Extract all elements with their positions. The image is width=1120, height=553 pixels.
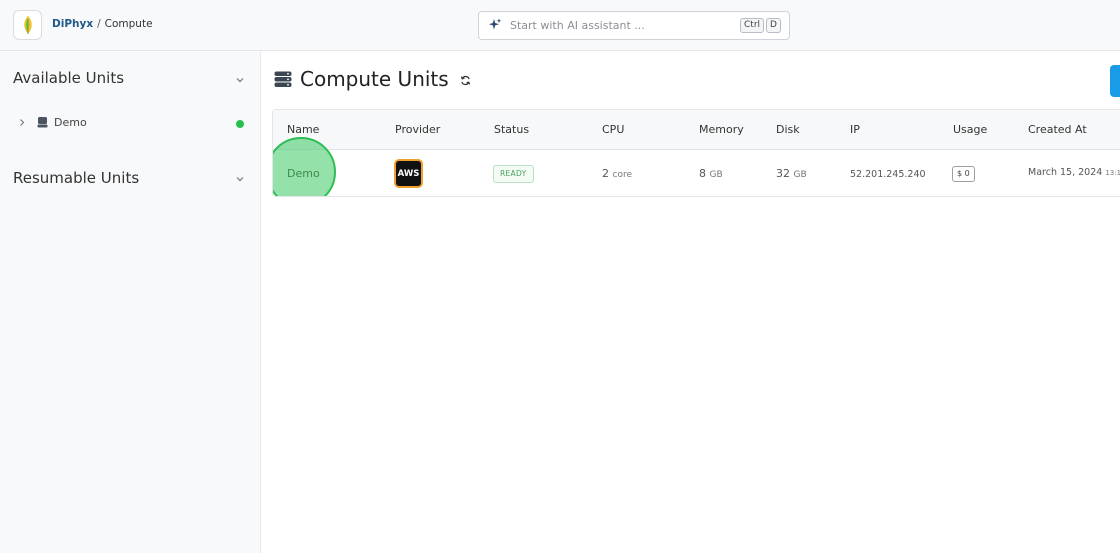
column-header-name[interactable]: Name: [287, 123, 319, 136]
sidebar: Available Units Demo Resumable Units: [0, 51, 261, 553]
usage-badge: $ 0: [952, 166, 975, 182]
aws-provider-icon: AWS: [394, 159, 423, 188]
sidebar-item-label: Demo: [54, 116, 87, 129]
leaf-logo-icon: [23, 16, 32, 34]
chevron-down-icon[interactable]: [235, 75, 245, 85]
sparkle-icon: [489, 18, 502, 30]
column-header-status[interactable]: Status: [494, 123, 529, 136]
column-header-usage[interactable]: Usage: [953, 123, 987, 136]
disk-cell: 32 GB: [776, 167, 807, 180]
breadcrumb-separator: /: [97, 18, 101, 30]
disk-unit: GB: [793, 170, 807, 180]
search-placeholder: Start with AI assistant ...: [510, 19, 645, 32]
ai-assistant-search[interactable]: Start with AI assistant ... Ctrl D: [478, 11, 790, 40]
provider-label: AWS: [396, 161, 421, 186]
status-badge: READY: [493, 165, 534, 183]
create-unit-button[interactable]: [1110, 65, 1120, 97]
chevron-down-icon[interactable]: [235, 174, 245, 184]
cpu-value: 2: [602, 167, 609, 180]
breadcrumb-brand[interactable]: DiPhyx: [52, 18, 93, 30]
ip-cell: 52.201.245.240: [850, 169, 926, 180]
created-at-cell: March 15, 2024 13:11:3: [1028, 167, 1120, 178]
disk-value: 32: [776, 167, 790, 180]
table-row[interactable]: Demo AWS READY 2 core 8 GB 32 GB 52.201.…: [273, 137, 1120, 196]
page-title: Compute Units: [300, 67, 449, 91]
cpu-cell: 2 core: [602, 167, 632, 180]
database-stack-icon: [274, 71, 292, 87]
diphyx-logo[interactable]: [13, 10, 42, 40]
created-time: 13:11:3: [1105, 169, 1120, 177]
cpu-unit: core: [612, 170, 633, 180]
main-content: Compute Units Name Provider Status CPU M…: [262, 51, 1120, 553]
refresh-icon[interactable]: [460, 75, 471, 86]
breadcrumb-current: Compute: [104, 18, 153, 30]
column-header-ip[interactable]: IP: [850, 123, 860, 136]
column-header-cpu[interactable]: CPU: [602, 123, 624, 136]
available-units-title[interactable]: Available Units: [13, 69, 124, 87]
shortcut-d-key: D: [766, 18, 781, 33]
column-header-memory[interactable]: Memory: [699, 123, 744, 136]
column-header-disk[interactable]: Disk: [776, 123, 800, 136]
breadcrumb: DiPhyx / Compute: [52, 18, 153, 30]
table-header: Name Provider Status CPU Memory Disk IP …: [273, 110, 1120, 150]
resumable-units-title[interactable]: Resumable Units: [13, 169, 139, 187]
column-header-created-at[interactable]: Created At: [1028, 123, 1087, 136]
memory-cell: 8 GB: [699, 167, 723, 180]
column-header-provider[interactable]: Provider: [395, 123, 440, 136]
sidebar-item-demo[interactable]: Demo: [18, 114, 248, 132]
memory-value: 8: [699, 167, 706, 180]
status-dot: [236, 120, 244, 128]
server-icon: [37, 117, 48, 128]
shortcut-ctrl-key: Ctrl: [740, 18, 765, 33]
created-date: March 15, 2024: [1028, 167, 1103, 178]
memory-unit: GB: [709, 170, 723, 180]
top-bar: DiPhyx / Compute Start with AI assistant .…: [0, 0, 1120, 51]
compute-units-table: Name Provider Status CPU Memory Disk IP …: [272, 109, 1120, 197]
unit-name-link[interactable]: Demo: [287, 167, 320, 180]
chevron-right-icon[interactable]: [18, 118, 26, 127]
